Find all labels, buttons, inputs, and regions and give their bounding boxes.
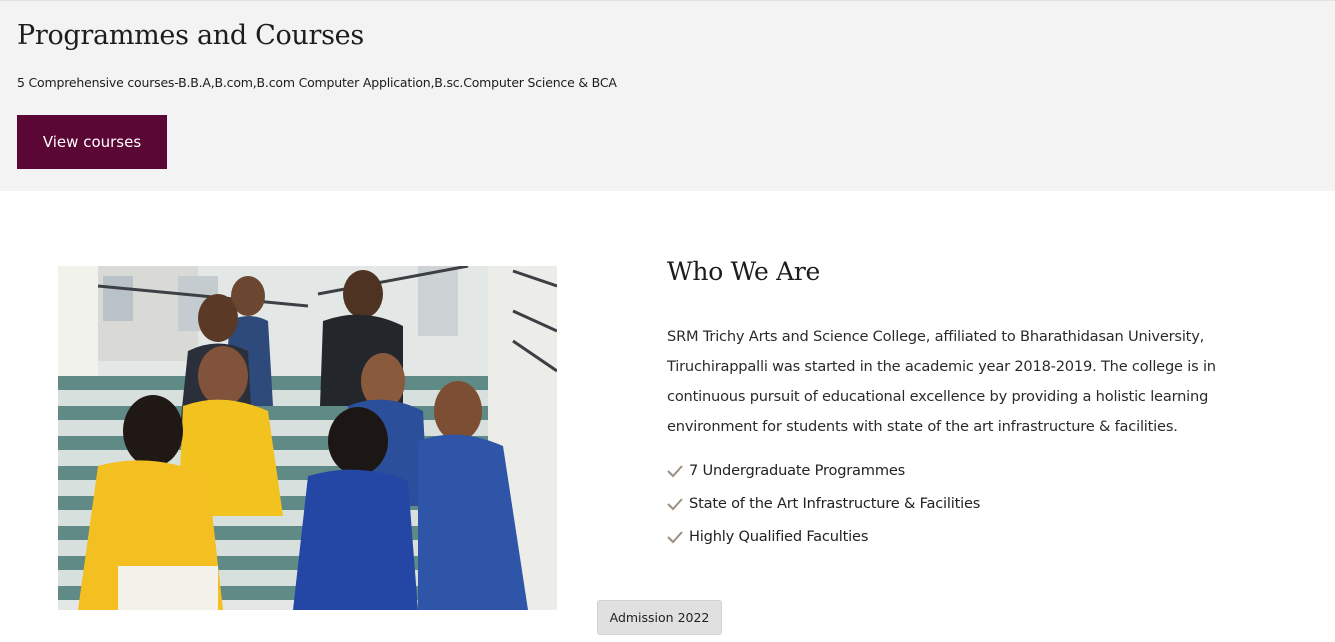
check-icon <box>667 497 683 510</box>
programmes-title: Programmes and Courses <box>17 20 364 51</box>
students-photo-illustration <box>58 266 557 610</box>
who-we-are-description: SRM Trichy Arts and Science College, aff… <box>667 328 1216 435</box>
view-courses-button[interactable]: View courses <box>17 115 167 169</box>
who-we-are-title: Who We Are <box>667 257 820 286</box>
feature-item: 7 Undergraduate Programmes <box>667 454 980 487</box>
check-icon <box>667 530 683 543</box>
programmes-section: Programmes and Courses 5 Comprehensive c… <box>0 0 1335 191</box>
programmes-subtitle: 5 Comprehensive courses-B.B.A,B.com,B.co… <box>17 75 617 90</box>
feature-list: 7 Undergraduate Programmes State of the … <box>667 454 980 553</box>
students-photo <box>58 266 557 610</box>
feature-item: State of the Art Infrastructure & Facili… <box>667 487 980 520</box>
feature-label: State of the Art Infrastructure & Facili… <box>689 495 981 512</box>
feature-label: 7 Undergraduate Programmes <box>689 462 906 479</box>
check-icon <box>667 464 683 477</box>
feature-item: Highly Qualified Faculties <box>667 520 980 553</box>
feature-label: Highly Qualified Faculties <box>689 528 869 545</box>
admission-2022-button[interactable]: Admission 2022 <box>597 600 722 635</box>
